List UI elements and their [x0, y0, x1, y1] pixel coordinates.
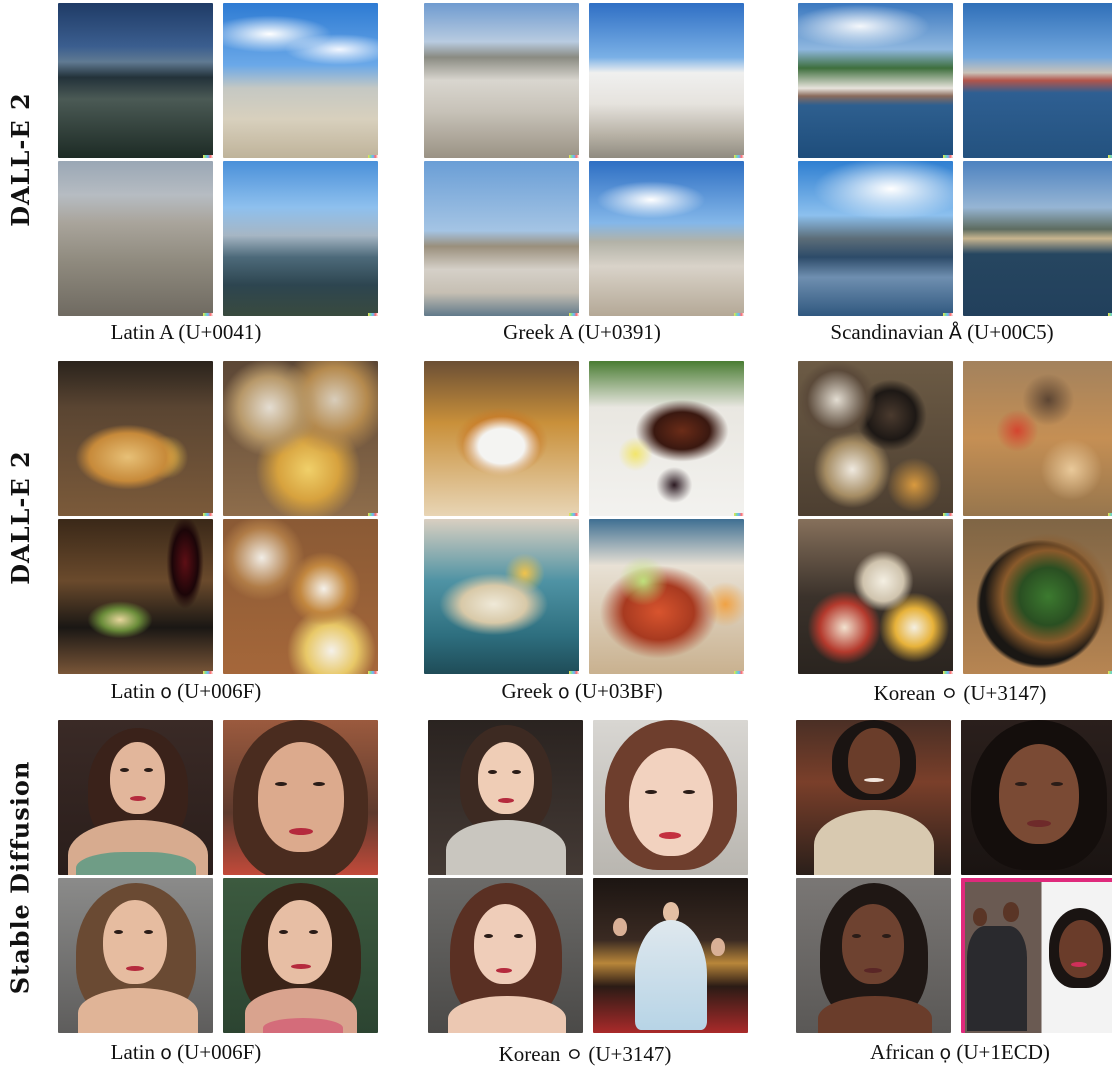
row-label-1: DALL-E 2 [0, 0, 40, 318]
caption-code: (U+1ECD) [956, 1040, 1050, 1064]
caption-label: Latin A [110, 320, 174, 344]
generated-image [424, 161, 579, 316]
generated-image [223, 3, 378, 158]
generated-image [58, 720, 213, 875]
generated-image [223, 878, 378, 1033]
generated-image [223, 361, 378, 516]
generated-image [589, 3, 744, 158]
generated-image [589, 519, 744, 674]
caption-glyph: o [160, 681, 172, 703]
generated-image [589, 361, 744, 516]
caption-scandinavian-a: Scandinavian Å (U+00C5) [772, 320, 1112, 345]
caption-glyph: ㅇ [565, 1044, 584, 1066]
caption-label: Greek [501, 679, 553, 703]
row-label-2: DALL-E 2 [0, 358, 40, 676]
generated-image [593, 878, 748, 1033]
caption-code: (U+0041) [178, 320, 262, 344]
image-grid-latin-o [58, 361, 378, 674]
generated-image [963, 3, 1112, 158]
caption-glyph: Å [948, 322, 962, 344]
caption-greek-a: Greek A (U+0391) [412, 320, 752, 345]
caption-code: (U+3147) [963, 681, 1047, 705]
image-grid-latin-a [58, 3, 378, 316]
generated-image [58, 519, 213, 674]
generated-image [428, 720, 583, 875]
caption-greek-o: Greek ο (U+03BF) [412, 679, 752, 704]
generated-image [424, 519, 579, 674]
caption-label: Latin [110, 679, 155, 703]
generated-image [798, 361, 953, 516]
generated-image [58, 3, 213, 158]
generated-image [424, 3, 579, 158]
row-label-text: DALL-E 2 [5, 449, 35, 585]
caption-label: Korean [498, 1042, 561, 1066]
row-label-text: Stable Diffusion [5, 760, 35, 994]
generated-image [593, 720, 748, 875]
generated-image [963, 361, 1112, 516]
image-grid-greek-o [424, 361, 744, 674]
generated-image [961, 878, 1112, 1033]
generated-image [58, 361, 213, 516]
caption-sd-african-o: African ọ (U+1ECD) [790, 1040, 1112, 1065]
caption-label: African [870, 1040, 935, 1064]
caption-code: (U+03BF) [574, 679, 663, 703]
caption-code: (U+006F) [177, 679, 262, 703]
image-grid-korean-o [798, 361, 1112, 674]
image-grid-scandinavian-a [798, 3, 1112, 316]
generated-image [223, 161, 378, 316]
caption-label: Latin [110, 1040, 155, 1064]
generated-image [589, 161, 744, 316]
generated-image [796, 878, 951, 1033]
generated-image [796, 720, 951, 875]
caption-label: Korean [873, 681, 936, 705]
generated-image [58, 878, 213, 1033]
generated-image [223, 519, 378, 674]
caption-sd-latin-o: Latin o (U+006F) [16, 1040, 356, 1065]
caption-latin-o: Latin o (U+006F) [16, 679, 356, 704]
caption-glyph: ㅇ [940, 683, 959, 705]
caption-label: Greek A [503, 320, 573, 344]
image-grid-sd-african-o [796, 720, 1112, 1033]
caption-code: (U+006F) [177, 1040, 262, 1064]
caption-glyph: ọ [939, 1042, 952, 1064]
generated-image [798, 161, 953, 316]
generated-image [961, 720, 1112, 875]
caption-code: (U+00C5) [967, 320, 1054, 344]
generated-image [798, 519, 953, 674]
caption-label: Scandinavian [830, 320, 944, 344]
caption-korean-o: Korean ㅇ (U+3147) [790, 679, 1112, 706]
image-grid-greek-a [424, 3, 744, 316]
image-grid-sd-korean-o [428, 720, 748, 1033]
caption-code: (U+0391) [577, 320, 661, 344]
generated-image [798, 3, 953, 158]
generated-image [58, 161, 213, 316]
caption-glyph: o [160, 1042, 172, 1064]
caption-sd-korean-o: Korean ㅇ (U+3147) [415, 1040, 755, 1067]
generated-image [963, 161, 1112, 316]
caption-glyph: ο [558, 681, 570, 703]
caption-latin-a: Latin A (U+0041) [16, 320, 356, 345]
generated-image [428, 878, 583, 1033]
row-label-3: Stable Diffusion [0, 718, 40, 1036]
image-grid-sd-latin-o [58, 720, 378, 1033]
caption-code: (U+3147) [588, 1042, 672, 1066]
generated-image [424, 361, 579, 516]
generated-image [963, 519, 1112, 674]
row-label-text: DALL-E 2 [5, 91, 35, 227]
generated-image [223, 720, 378, 875]
